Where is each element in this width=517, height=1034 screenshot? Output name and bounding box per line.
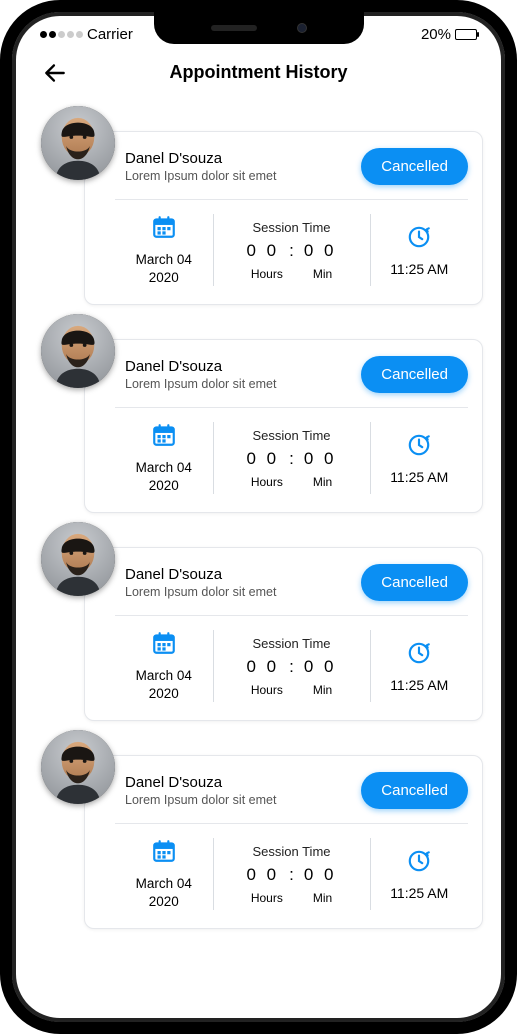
appointment-date: March 042020: [136, 875, 192, 910]
divider: [115, 407, 468, 408]
duration-units: HoursMin: [251, 267, 332, 281]
avatar: [41, 730, 115, 804]
appointment-card[interactable]: Danel D'souza Lorem Ipsum dolor sit emet…: [84, 755, 483, 929]
appointment-date: March 042020: [136, 459, 192, 494]
back-button[interactable]: [40, 58, 70, 88]
session-time-label: Session Time: [252, 636, 330, 651]
appointment-time: 11:25 AM: [390, 677, 448, 693]
session-time-label: Session Time: [252, 844, 330, 859]
user-name: Danel D'souza: [125, 358, 276, 375]
clock-icon: [406, 432, 432, 463]
appointment-time: 11:25 AM: [390, 261, 448, 277]
status-badge[interactable]: Cancelled: [361, 772, 468, 809]
divider: [115, 199, 468, 200]
appointment-date: March 042020: [136, 667, 192, 702]
user-subtitle: Lorem Ipsum dolor sit emet: [125, 169, 276, 183]
session-duration: 0 0:0 0: [246, 241, 336, 261]
avatar: [41, 314, 115, 388]
calendar-icon: [151, 422, 177, 453]
clock-icon: [406, 848, 432, 879]
appointment-date: March 042020: [136, 251, 192, 286]
clock-icon: [406, 640, 432, 671]
user-subtitle: Lorem Ipsum dolor sit emet: [125, 793, 276, 807]
status-badge[interactable]: Cancelled: [361, 564, 468, 601]
session-duration: 0 0:0 0: [246, 865, 336, 885]
appointment-card[interactable]: Danel D'souza Lorem Ipsum dolor sit emet…: [84, 547, 483, 721]
arrow-left-icon: [42, 60, 68, 86]
session-duration: 0 0:0 0: [246, 449, 336, 469]
appointment-card[interactable]: Danel D'souza Lorem Ipsum dolor sit emet…: [84, 339, 483, 513]
calendar-icon: [151, 838, 177, 869]
user-subtitle: Lorem Ipsum dolor sit emet: [125, 585, 276, 599]
divider: [115, 823, 468, 824]
appointment-time: 11:25 AM: [390, 469, 448, 485]
appointment-time: 11:25 AM: [390, 885, 448, 901]
session-time-label: Session Time: [252, 220, 330, 235]
signal-icon: [40, 31, 83, 38]
appointment-card[interactable]: Danel D'souza Lorem Ipsum dolor sit emet…: [84, 131, 483, 305]
calendar-icon: [151, 630, 177, 661]
battery-icon: [455, 29, 477, 40]
duration-units: HoursMin: [251, 475, 332, 489]
status-badge[interactable]: Cancelled: [361, 356, 468, 393]
session-time-label: Session Time: [252, 428, 330, 443]
user-name: Danel D'souza: [125, 150, 276, 167]
appointment-list[interactable]: Danel D'souza Lorem Ipsum dolor sit emet…: [20, 93, 497, 1014]
user-name: Danel D'souza: [125, 774, 276, 791]
status-badge[interactable]: Cancelled: [361, 148, 468, 185]
user-subtitle: Lorem Ipsum dolor sit emet: [125, 377, 276, 391]
avatar: [41, 106, 115, 180]
clock-icon: [406, 224, 432, 255]
session-duration: 0 0:0 0: [246, 657, 336, 677]
carrier-label: Carrier: [87, 26, 133, 43]
user-name: Danel D'souza: [125, 566, 276, 583]
app-header: Appointment History: [20, 48, 497, 93]
duration-units: HoursMin: [251, 891, 332, 905]
duration-units: HoursMin: [251, 683, 332, 697]
battery-percent: 20%: [421, 26, 451, 43]
avatar: [41, 522, 115, 596]
divider: [115, 615, 468, 616]
page-title: Appointment History: [170, 62, 348, 83]
calendar-icon: [151, 214, 177, 245]
